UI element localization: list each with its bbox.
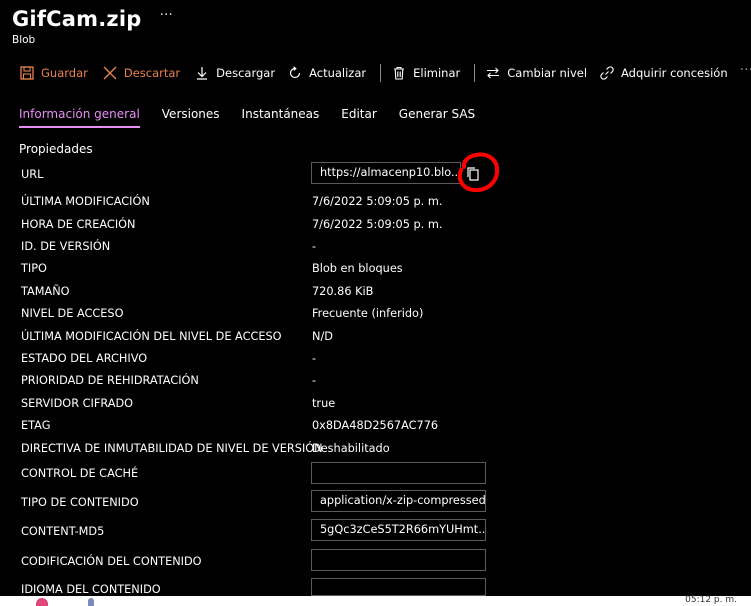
property-label: SERVIDOR CIFRADO (21, 397, 134, 410)
download-icon (194, 65, 210, 81)
swap-arrows-icon (485, 65, 501, 81)
property-label: ETAG (21, 419, 51, 432)
property-label: CONTENT-MD5 (21, 525, 105, 538)
refresh-button[interactable]: Actualizar (287, 65, 366, 81)
property-value: 7/6/2022 5:09:05 p. m. (312, 195, 443, 208)
save-icon (19, 65, 35, 81)
clock: 05:12 p. m. (685, 595, 737, 605)
property-label: CODIFICACIÓN DEL CONTENIDO (21, 555, 202, 568)
property-label: TIPO (21, 262, 47, 275)
property-label: URL (21, 168, 44, 181)
property-value: - (312, 374, 317, 387)
property-value: Deshabilitado (312, 442, 390, 455)
property-value: Frecuente (inferido) (312, 307, 424, 320)
property-label: ESTADO DEL ARCHIVO (21, 352, 148, 365)
os-taskbar: 05:12 p. m. (0, 595, 751, 606)
delete-button[interactable]: Eliminar (391, 65, 460, 81)
refresh-icon (287, 65, 303, 81)
page-title: GifCam.zip (12, 7, 142, 31)
url-field[interactable]: https://almacenp10.blo... (311, 162, 461, 184)
property-value: 7/6/2022 5:09:05 p. m. (312, 218, 443, 231)
toolbar-divider (380, 64, 382, 82)
property-label: NIVEL DE ACCESO (21, 307, 124, 320)
property-value: Blob en bloques (312, 262, 403, 275)
property-value: 720.86 KiB (312, 285, 374, 298)
property-value: - (312, 240, 317, 253)
property-label: ÚLTIMA MODIFICACIÓN DEL NIVEL DE ACCESO (21, 330, 282, 343)
property-label: TAMAÑO (21, 285, 70, 298)
section-title: Propiedades (19, 142, 93, 156)
tab-versions[interactable]: Versiones (162, 107, 220, 128)
app-icon[interactable] (36, 598, 48, 606)
property-label: ID. DE VERSIÓN (21, 240, 111, 253)
content-type-field[interactable]: application/x-zip-compressed (311, 490, 486, 512)
property-label: ÚLTIMA MODIFICACIÓN (21, 195, 150, 208)
close-icon (102, 65, 118, 81)
property-label: TIPO DE CONTENIDO (21, 496, 139, 509)
link-icon (599, 65, 615, 81)
toolbar: Guardar Descartar Descargar Actualizar E… (19, 62, 751, 83)
copy-to-clipboard-icon[interactable] (465, 166, 481, 182)
property-label: CONTROL DE CACHÉ (21, 467, 139, 480)
tab-bar: Información general Versiones Instantáne… (19, 107, 497, 128)
property-label: HORA DE CREACIÓN (21, 218, 136, 231)
content-md5-field[interactable]: 5gQc3zCeS5T2R66mYUHmt... (311, 519, 486, 541)
tab-overview[interactable]: Información general (19, 107, 140, 128)
discard-button[interactable]: Descartar (102, 65, 180, 81)
property-label: DIRECTIVA DE INMUTABILIDAD DE NIVEL DE V… (21, 442, 323, 455)
property-value: 0x8DA48D2567AC776 (312, 419, 439, 432)
header: GifCam.zip ··· Blob (12, 7, 173, 46)
toolbar-more-button[interactable]: ··· (740, 62, 751, 78)
change-tier-button[interactable]: Cambiar nivel (485, 65, 587, 81)
download-button[interactable]: Descargar (194, 65, 275, 81)
page-subtitle: Blob (12, 34, 36, 46)
cache-control-field[interactable] (311, 462, 486, 484)
trash-icon (391, 65, 407, 81)
content-language-field[interactable] (311, 578, 486, 596)
tab-snapshots[interactable]: Instantáneas (242, 107, 320, 128)
tab-edit[interactable]: Editar (341, 107, 377, 128)
blob-properties-window: GifCam.zip ··· Blob Guardar Descartar De… (0, 0, 751, 606)
more-options-button[interactable]: ··· (159, 7, 172, 23)
content-encoding-field[interactable] (311, 549, 486, 571)
property-label: PRIORIDAD DE REHIDRATACIÓN (21, 374, 199, 387)
property-value: - (312, 352, 317, 365)
save-button[interactable]: Guardar (19, 65, 88, 81)
tab-generate-sas[interactable]: Generar SAS (399, 107, 475, 128)
toolbar-divider (474, 64, 476, 82)
acquire-lease-button[interactable]: Adquirir concesión (599, 65, 728, 81)
property-value: true (312, 397, 336, 410)
app-icon[interactable] (88, 598, 94, 606)
property-label: IDIOMA DEL CONTENIDO (21, 583, 161, 596)
property-value: N/D (312, 330, 333, 343)
